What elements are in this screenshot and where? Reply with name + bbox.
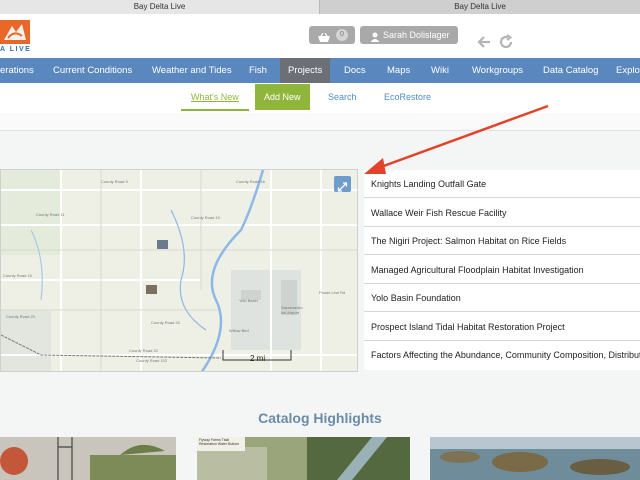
map-label: Willow Bird — [229, 328, 249, 333]
nav-item-weather-tides[interactable]: Weather and Tides — [152, 58, 232, 83]
nav-item-explore[interactable]: Explor — [616, 58, 640, 83]
site-logo[interactable]: A LIVE — [0, 20, 36, 54]
basket-icon — [317, 30, 331, 42]
main-nav: erations Current Conditions Weather and … — [0, 58, 640, 83]
map-label: County Road 22 — [129, 348, 158, 353]
logo-mark — [0, 20, 30, 44]
expand-icon — [337, 179, 348, 192]
nav-item-current-conditions[interactable]: Current Conditions — [53, 58, 132, 83]
project-list-item[interactable]: Yolo Basin Foundation — [364, 284, 640, 312]
project-list: Knights Landing Outfall Gate Wallace Wei… — [364, 170, 640, 370]
map-label: County Road 102 — [136, 358, 168, 363]
catalog-highlights-title: Catalog Highlights — [258, 410, 382, 426]
project-map[interactable]: 2 mi County Road 9 County Road 16 County… — [0, 169, 358, 372]
browser-tab[interactable]: Bay Delta Live — [320, 0, 640, 14]
catalog-thumbnail[interactable] — [430, 437, 640, 480]
map-expand-button[interactable] — [334, 176, 351, 192]
browser-tab[interactable]: Bay Delta Live — [0, 0, 320, 14]
nav-item-workgroups[interactable]: Workgroups — [472, 58, 523, 83]
cart-count-badge: 0 — [336, 29, 348, 41]
logo-text: A LIVE — [0, 46, 32, 53]
refresh-icon[interactable] — [498, 34, 514, 50]
nav-item-maps[interactable]: Maps — [387, 58, 410, 83]
thumbnail-caption: Flyway Farms Tidal Restoration Water Bot… — [199, 438, 240, 446]
user-icon — [370, 30, 380, 42]
map-label: County Road 20 — [151, 320, 180, 325]
catalog-thumbnail[interactable]: Flyway Farms Tidal Restoration Water Bot… — [197, 437, 410, 480]
tab-whats-new[interactable]: What's New — [181, 83, 249, 111]
nav-item-operations[interactable]: erations — [0, 58, 34, 83]
map-label: Sacramento Intl Airport — [281, 305, 303, 315]
map-label: County Road 9 — [101, 179, 128, 184]
map-label: County Road 19 — [191, 215, 220, 220]
map-label: County Road 16 — [236, 179, 265, 184]
project-list-item[interactable]: Prospect Island Tidal Habitat Restoratio… — [364, 313, 640, 341]
cart-button[interactable]: 0 — [309, 26, 355, 44]
nav-item-docs[interactable]: Docs — [344, 58, 366, 83]
catalog-thumbnail[interactable] — [0, 437, 176, 480]
add-new-button[interactable]: Add New — [255, 84, 310, 110]
back-arrow-icon[interactable] — [476, 34, 492, 50]
project-list-item[interactable]: Managed Agricultural Floodplain Habitat … — [364, 256, 640, 284]
browser-tab-bar: Bay Delta Live Bay Delta Live — [0, 0, 640, 14]
nav-item-fish[interactable]: Fish — [249, 58, 267, 83]
map-label: County Road 11 — [36, 212, 65, 217]
nav-item-projects[interactable]: Projects — [280, 58, 331, 83]
project-list-item[interactable]: The Nigiri Project: Salmon Habitat on Ri… — [364, 227, 640, 255]
user-menu-button[interactable]: Sarah Dolislager — [360, 26, 458, 44]
project-list-item[interactable]: Wallace Weir Fish Rescue Facility — [364, 199, 640, 227]
site-header: A LIVE 0 Sarah Dolislager — [0, 14, 640, 58]
nav-item-wiki[interactable]: Wiki — [431, 58, 449, 83]
scale-bar-label: 2 mi — [250, 354, 266, 363]
map-label: County Road 23 — [6, 314, 35, 319]
nav-item-data-catalog[interactable]: Data Catalog — [543, 58, 598, 83]
map-label: Yolo Basin — [239, 298, 258, 303]
map-label: Power Line Rd — [319, 290, 346, 295]
user-name: Sarah Dolislager — [383, 30, 450, 40]
map-label: County Road 15 — [3, 273, 32, 278]
annotation-arrow — [350, 100, 560, 185]
project-list-item[interactable]: Factors Affecting the Abundance, Communi… — [364, 341, 640, 369]
